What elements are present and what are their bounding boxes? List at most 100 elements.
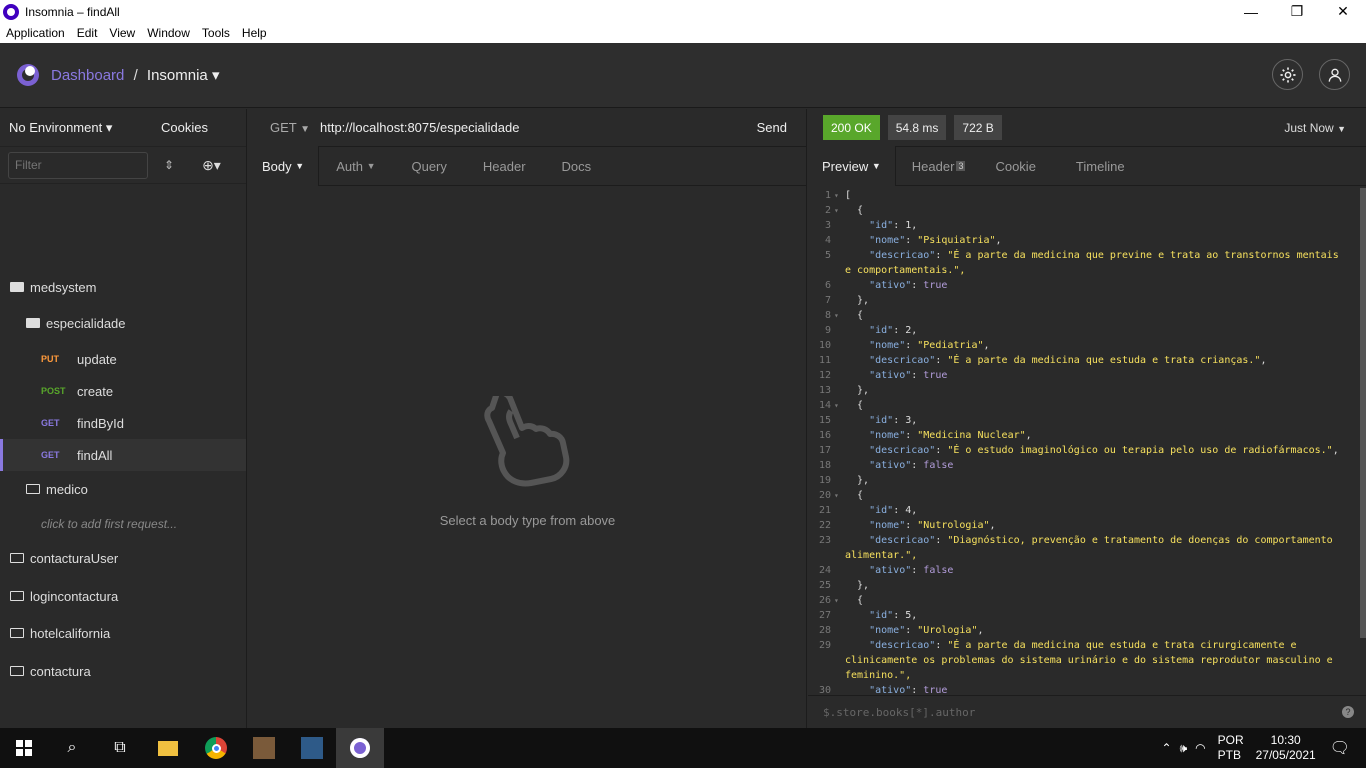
folder-medico[interactable]: medico	[0, 473, 246, 505]
menu-view[interactable]: View	[103, 26, 141, 40]
request-create[interactable]: POST create	[0, 375, 246, 407]
folder-label: especialidade	[46, 315, 126, 331]
volume-icon[interactable]: 🕪	[1180, 741, 1188, 756]
code-text: alimentar.",	[845, 550, 918, 561]
code-text: "id": 2,	[869, 325, 918, 336]
menu-tools[interactable]: Tools	[196, 26, 236, 40]
clock-time: 10:30	[1270, 733, 1301, 747]
help-icon[interactable]: ?	[1342, 706, 1354, 718]
fold-chevron-icon[interactable]: ▾	[834, 308, 845, 323]
tab-query[interactable]: Query	[389, 147, 460, 186]
add-request-icon[interactable]: ⊕▾	[202, 157, 221, 174]
line-number: 27	[818, 610, 831, 621]
code-text: "ativo": true	[869, 685, 948, 695]
tab-docs[interactable]: Docs	[540, 147, 606, 186]
tab-auth[interactable]: Auth ▼	[319, 147, 389, 186]
fold-chevron-icon[interactable]: ▾	[834, 488, 845, 503]
folder-contactura[interactable]: contactura	[0, 655, 246, 687]
mysql-workbench-icon[interactable]	[288, 728, 336, 768]
response-json-viewer[interactable]: 1 ▾[2 ▾ {3 "id": 1, 4 "nome": "Psiquiatria"…	[808, 188, 1360, 695]
workspace-caret-icon[interactable]: ▾	[212, 67, 220, 84]
code-line: 30 "ativo": true	[808, 683, 1360, 695]
request-findall[interactable]: GET findAll	[0, 439, 246, 471]
breadcrumb-dashboard[interactable]: Dashboard	[51, 67, 124, 84]
line-number	[808, 653, 834, 668]
tab-response-header[interactable]: Header 3	[896, 147, 980, 186]
method-label: GET	[270, 120, 297, 135]
code-line: 6 "ativo": true	[808, 278, 1360, 293]
folder-especialidade[interactable]: especialidade	[0, 307, 246, 339]
folder-hotelcalifornia[interactable]: hotelcalifornia	[0, 617, 246, 649]
chevron-down-icon: ▼	[300, 124, 311, 135]
tab-preview[interactable]: Preview ▼	[808, 146, 896, 186]
sidebar-filter-input[interactable]	[8, 151, 148, 179]
menu-application[interactable]: Application	[0, 26, 71, 40]
code-line: 28 "nome": "Urologia",	[808, 623, 1360, 638]
search-icon[interactable]: ⌕	[48, 728, 96, 768]
menu-window[interactable]: Window	[141, 26, 196, 40]
code-line: 11 "descricao": "É a parte da medicina q…	[808, 353, 1360, 368]
fold-chevron-icon[interactable]: ▾	[834, 188, 845, 203]
insomnia-taskbar-icon[interactable]	[336, 728, 384, 768]
tab-label: Preview	[822, 158, 869, 174]
task-view-icon[interactable]: ⧉	[96, 728, 144, 768]
fold-chevron-icon	[834, 368, 845, 383]
code-text: "descricao": "Diagnóstico, prevenção e t…	[869, 535, 1333, 546]
folder-logincontactura[interactable]: logincontactura	[0, 580, 246, 612]
windows-start-icon[interactable]	[0, 728, 48, 768]
account-user-icon[interactable]	[1319, 59, 1350, 90]
close-button[interactable]: ✕	[1320, 0, 1366, 23]
notifications-icon[interactable]: 🗨	[1330, 738, 1350, 758]
response-filter-input[interactable]: $.store.books[*].author	[823, 706, 975, 719]
wifi-icon[interactable]: ◠	[1195, 741, 1205, 755]
tab-timeline[interactable]: Timeline	[1050, 147, 1139, 186]
cookies-button[interactable]: Cookies	[150, 120, 208, 135]
code-text: "ativo": false	[869, 460, 954, 471]
code-text: "descricao": "É a parte da medicina que …	[869, 355, 1267, 366]
game-app-icon[interactable]	[240, 728, 288, 768]
fold-chevron-icon[interactable]: ▾	[834, 593, 845, 608]
tab-header[interactable]: Header	[461, 147, 540, 186]
sort-icon[interactable]: ⇕	[164, 158, 174, 172]
url-input[interactable]: http://localhost:8075/especialidade	[320, 120, 757, 135]
chevron-up-icon[interactable]: ⌃	[1162, 741, 1172, 755]
menu-help[interactable]: Help	[236, 26, 273, 40]
fold-chevron-icon	[834, 503, 845, 518]
line-number: 16	[818, 430, 831, 441]
folder-medsystem[interactable]: medsystem	[0, 271, 246, 303]
workspace-name[interactable]: Insomnia	[147, 67, 208, 84]
line-number: 29	[818, 640, 831, 651]
tab-cookie[interactable]: Cookie	[979, 147, 1049, 186]
history-dropdown[interactable]: Just Now ▼	[1284, 121, 1346, 135]
chevron-down-icon: ▼	[1337, 123, 1346, 134]
method-dropdown[interactable]: GET ▼	[270, 120, 320, 135]
file-explorer-icon[interactable]	[144, 728, 192, 768]
folder-contacturauser[interactable]: contacturaUser	[0, 542, 246, 574]
tab-body[interactable]: Body ▼	[248, 146, 320, 186]
minimize-button[interactable]: —	[1228, 0, 1274, 23]
fold-chevron-icon	[834, 248, 845, 263]
code-text: "ativo": true	[869, 280, 948, 291]
request-findbyid[interactable]: GET findById	[0, 407, 246, 439]
language-indicator[interactable]: POR PTB	[1218, 733, 1244, 763]
line-number: 30	[818, 685, 831, 695]
menu-edit[interactable]: Edit	[71, 26, 104, 40]
code-line: 7 },	[808, 293, 1360, 308]
send-button[interactable]: Send	[757, 120, 787, 135]
fold-chevron-icon[interactable]: ▾	[834, 203, 845, 218]
fold-chevron-icon[interactable]: ▾	[834, 398, 845, 413]
tab-label: Header	[911, 158, 955, 174]
maximize-button[interactable]: ❐	[1274, 0, 1320, 23]
breadcrumb-separator: /	[133, 67, 138, 84]
code-line: 27 "id": 5,	[808, 608, 1360, 623]
title-bar: Insomnia – findAll — ❐ ✕	[0, 0, 1366, 23]
code-text: "id": 5,	[869, 610, 918, 621]
request-update[interactable]: PUT update	[0, 343, 246, 375]
chrome-icon[interactable]	[192, 728, 240, 768]
environment-dropdown[interactable]: No Environment ▾	[0, 120, 150, 136]
response-scrollbar[interactable]	[1360, 188, 1366, 638]
code-line: feminino.",	[808, 668, 1360, 683]
add-first-request-link[interactable]: click to add first request...	[0, 508, 246, 540]
settings-gear-icon[interactable]	[1272, 59, 1303, 90]
clock[interactable]: 10:30 27/05/2021	[1256, 733, 1316, 763]
